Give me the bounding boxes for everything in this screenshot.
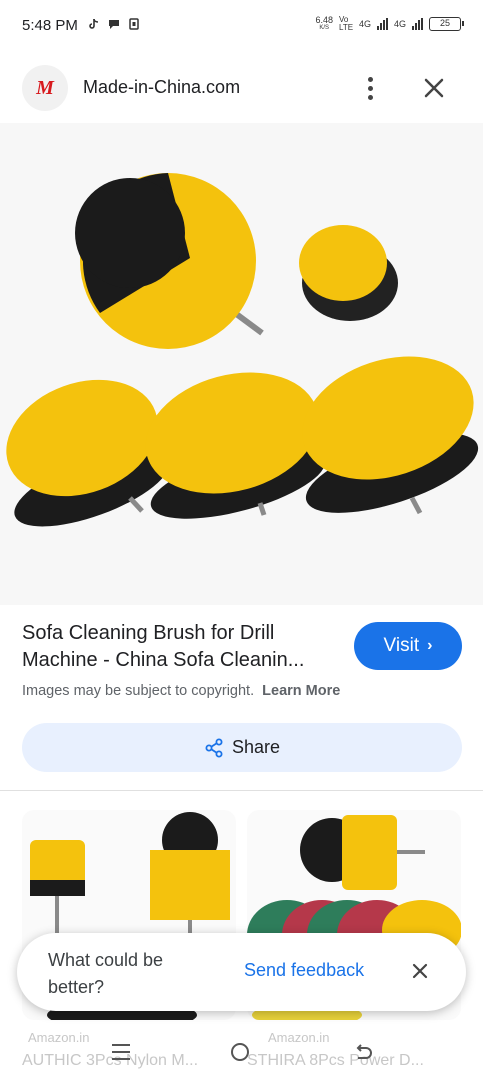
chevron-right-icon: › [427, 637, 433, 654]
system-nav-bar [0, 1036, 483, 1072]
close-icon[interactable] [420, 74, 448, 102]
close-icon[interactable] [409, 960, 431, 982]
sim-icon [129, 18, 139, 30]
chat-icon [109, 20, 119, 29]
visit-label: Visit [383, 635, 420, 656]
divider [0, 790, 483, 791]
feedback-card: What could be better? Send feedback [17, 933, 466, 1011]
share-label: Share [231, 737, 281, 757]
site-logo[interactable]: M [22, 65, 68, 111]
net-speed: 6.48 K/S [315, 15, 333, 32]
site-logo-text: M [36, 76, 54, 99]
net2-label: 4G [393, 19, 406, 29]
send-feedback-button[interactable]: Send feedback [244, 960, 364, 981]
battery-icon: 25 [429, 17, 464, 31]
tiktok-icon [89, 18, 99, 29]
back-icon[interactable] [352, 1042, 374, 1064]
status-bar: 5:48 PM 6.48 K/S Vo LTE 4G 4G 25 [0, 0, 483, 54]
source-header: M Made-in-China.com [0, 62, 483, 114]
notification-icons [88, 18, 140, 30]
signal-icon [376, 18, 388, 30]
result-image[interactable] [0, 123, 483, 605]
copyright-text: Images may be subject to copyright. [22, 683, 255, 699]
share-button[interactable]: Share [22, 723, 462, 772]
site-name[interactable]: Made-in-China.com [83, 77, 240, 98]
learn-more-link[interactable]: Learn More [262, 683, 340, 699]
brush-set-image [6, 173, 479, 527]
menu-icon[interactable] [112, 1044, 130, 1060]
volte-label: Vo LTE [338, 15, 354, 32]
copyright-notice: Images may be subject to copyright. Lear… [22, 683, 340, 699]
feedback-question: What could be better? [48, 950, 164, 997]
share-icon [205, 738, 223, 757]
status-time: 5:48 PM [22, 17, 78, 34]
net1-label: 4G [358, 19, 371, 29]
signal-icon-2 [412, 18, 423, 30]
home-icon[interactable] [231, 1043, 249, 1061]
result-title[interactable]: Sofa Cleaning Brush for Drill Machine - … [22, 620, 342, 674]
visit-button[interactable]: Visit › [354, 622, 462, 670]
more-vert-icon[interactable] [358, 74, 382, 102]
